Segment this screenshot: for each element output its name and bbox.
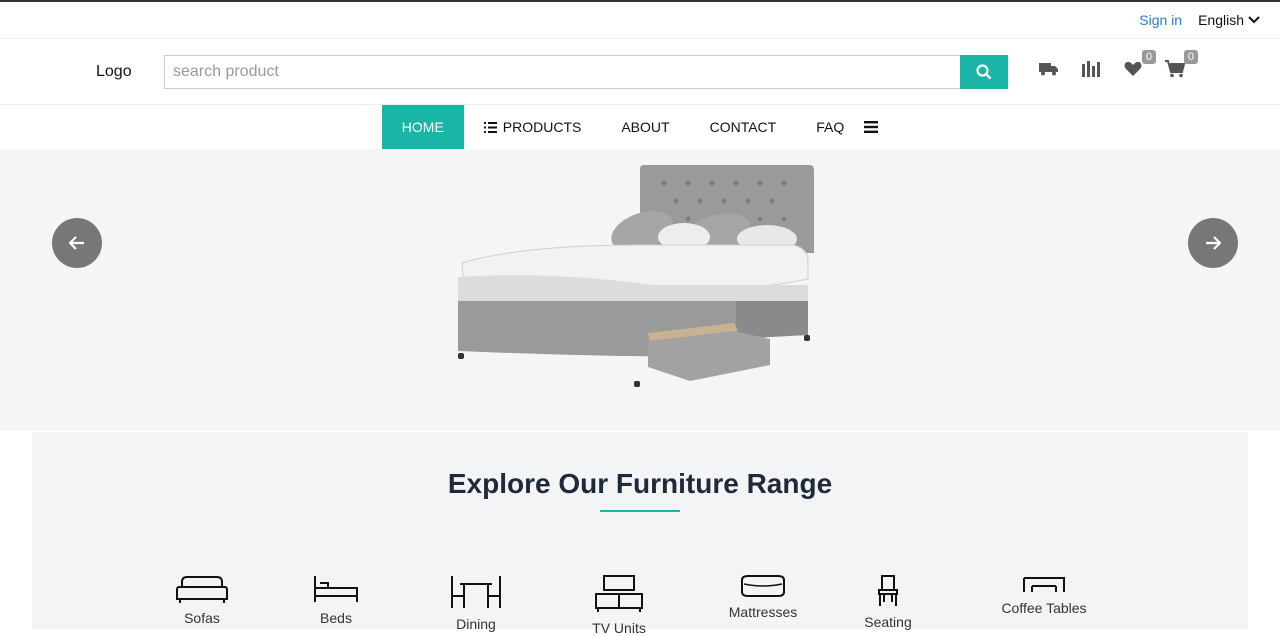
category-label: Seating (864, 614, 912, 630)
category-coffee-tables[interactable]: Coffee Tables (994, 574, 1094, 616)
wishlist-icon[interactable]: 0 (1122, 50, 1156, 81)
header: Logo 0 0 (0, 39, 1280, 105)
category-beds[interactable]: Beds (286, 574, 386, 626)
nav-products[interactable]: PRODUCTS (464, 105, 602, 149)
carousel-next-button[interactable] (1188, 218, 1238, 268)
category-label: Dining (456, 616, 496, 632)
category-label: Coffee Tables (1001, 600, 1087, 616)
logo[interactable]: Logo (96, 63, 132, 81)
menu-toggle[interactable] (864, 105, 898, 149)
bed-icon (314, 576, 358, 602)
dining-table-icon (451, 576, 501, 608)
arrow-right-icon (1206, 236, 1221, 250)
title-underline (600, 510, 680, 512)
coffee-table-icon (1023, 577, 1065, 592)
category-label: Mattresses (728, 604, 798, 620)
nav-about[interactable]: ABOUT (601, 105, 689, 149)
sofa-icon (176, 576, 228, 603)
chevron-down-icon (1248, 16, 1260, 24)
category-label: Sofas (184, 610, 220, 626)
list-icon (483, 121, 497, 133)
cart-count-badge: 0 (1183, 50, 1198, 64)
search-bar (164, 55, 1008, 89)
search-button[interactable] (960, 55, 1008, 89)
category-label: TV Units (592, 620, 646, 636)
mattress-icon (741, 575, 785, 597)
category-dining[interactable]: Dining (426, 574, 526, 632)
carousel-prev-button[interactable] (52, 218, 102, 268)
nav-products-label: PRODUCTS (502, 119, 582, 135)
wishlist-count-badge: 0 (1141, 50, 1156, 64)
chair-icon (878, 575, 898, 606)
main-nav: HOME PRODUCTS ABOUT CONTACT FAQ (0, 105, 1280, 149)
top-bar: Sign in English (0, 2, 1280, 39)
explore-title: Explore Our Furniture Range (447, 468, 833, 499)
category-sofas[interactable]: Sofas (152, 574, 252, 626)
category-tv-units[interactable]: TV Units (569, 574, 669, 636)
explore-section: Explore Our Furniture Range Sofas Beds D… (32, 432, 1248, 636)
hamburger-icon (864, 121, 879, 133)
hero-carousel (0, 149, 1280, 431)
category-seating[interactable]: Seating (838, 574, 938, 630)
nav-faq[interactable]: FAQ (796, 105, 864, 149)
tv-unit-icon (595, 575, 643, 612)
header-icons: 0 0 (1038, 50, 1198, 81)
sign-in-link[interactable]: Sign in (1139, 12, 1182, 28)
arrow-left-icon (69, 236, 84, 250)
category-label: Beds (320, 610, 352, 626)
category-mattresses[interactable]: Mattresses (713, 574, 813, 620)
delivery-truck-icon[interactable] (1038, 57, 1060, 81)
nav-home[interactable]: HOME (381, 105, 464, 149)
compare-icon[interactable] (1080, 57, 1102, 81)
nav-contact[interactable]: CONTACT (690, 105, 797, 149)
cart-icon[interactable]: 0 (1164, 50, 1198, 81)
search-input[interactable] (164, 55, 960, 89)
bed-product-image (458, 165, 814, 387)
language-label: English (1198, 12, 1244, 28)
language-dropdown[interactable]: English (1198, 12, 1260, 28)
search-icon (976, 64, 992, 80)
